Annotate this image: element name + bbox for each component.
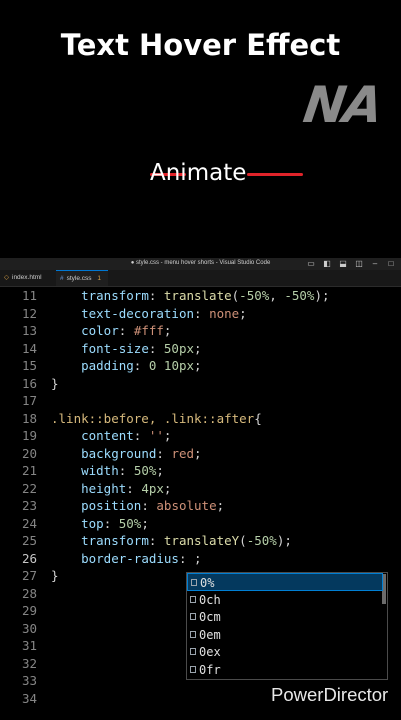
line-number: 14 [21,340,37,356]
line-number: 23 [21,498,37,513]
code-line[interactable]: 21 width: 50%; [0,462,401,480]
unit-value-icon [191,579,197,586]
demo-line-right [247,173,303,176]
line-number: 22 [21,480,37,496]
suggestion-item[interactable]: 0ch [187,591,383,609]
suggestion-item[interactable]: 0% [187,573,383,591]
line-number: 13 [21,323,37,338]
code-line[interactable]: 24 top: 50%; [0,515,401,533]
code-line[interactable]: 25 transform: translateY(-50%); [0,532,401,550]
line-code: content: ''; [81,428,172,443]
suggestion-item[interactable]: 0cm [187,608,383,626]
window-controls: ▭ ◧ ⬓ ◫ – □ [305,259,397,268]
unit-value-icon [190,666,196,673]
tab-style-css[interactable]: # style.css 1 [56,270,108,286]
line-code: } [51,568,59,583]
line-code: border-radius: ; [81,550,202,566]
sidebar-icon[interactable]: ◧ [321,259,333,268]
suggestion-label: 0% [200,576,215,590]
code-line[interactable]: 22 height: 4px; [0,480,401,498]
line-number: 28 [21,585,37,601]
line-number: 26 [21,550,37,566]
suggestion-label: 0cm [199,610,221,625]
suggestion-item[interactable]: 0em [187,626,383,644]
html-file-icon: ◇ [4,274,9,281]
suggestion-label: 0em [199,627,221,642]
suggestion-label: 0ex [199,645,221,660]
code-line[interactable]: 20 background: red; [0,445,401,463]
line-number: 12 [21,305,37,321]
line-code: color: #fff; [81,323,172,338]
panel-icon[interactable]: ⬓ [337,259,349,268]
code-line[interactable]: 14 font-size: 50px; [0,340,401,358]
code-line[interactable]: 11 transform: translate(-50%, -50%); [0,287,401,305]
line-code: padding: 0 10px; [81,358,202,373]
line-number: 16 [21,375,37,391]
suggestion-item[interactable]: 0ex [187,643,383,661]
code-line[interactable]: 23 position: absolute; [0,497,401,515]
suggestion-label: 0fr [199,663,221,677]
code-line[interactable]: 12 text-decoration: none; [0,305,401,323]
line-number: 30 [21,620,37,636]
line-number: 25 [21,533,37,548]
video-title: Text Hover Effect [60,28,341,62]
line-code: height: 4px; [81,480,172,496]
line-code: width: 50%; [81,463,164,478]
minimize-icon[interactable]: – [369,259,381,268]
line-code: background: red; [81,445,202,461]
unit-value-icon [190,595,196,603]
suggestion-item[interactable]: 0fr [187,661,383,679]
code-line[interactable]: 19 content: ''; [0,427,401,445]
line-code: text-decoration: none; [81,305,247,321]
line-number: 34 [21,690,37,706]
line-number: 21 [21,463,37,478]
video-overlay: Text Hover Effect NA Animate [0,0,401,258]
watermark: PowerDirector [271,684,389,705]
code-line[interactable]: 13 color: #fff; [0,322,401,340]
line-code: transform: translateY(-50%); [81,533,292,548]
line-code: transform: translate(-50%, -50%); [81,288,330,303]
tab-badge: 1 [97,275,101,282]
line-code: top: 50%; [81,515,149,531]
unit-value-icon [190,648,196,656]
window-titlebar: ● style.css - menu hover shorts - Visual… [0,258,401,270]
unit-value-icon [190,630,196,638]
suggestion-label: 0ch [199,592,221,607]
na-logo: NA [299,76,385,134]
code-line[interactable]: 16} [0,375,401,393]
line-number: 18 [21,410,37,426]
css-file-icon: # [60,275,64,282]
line-number: 31 [21,638,37,653]
tab-index-html[interactable]: ◇ index.html [0,270,50,286]
line-number: 33 [21,673,37,688]
maximize-icon[interactable]: □ [385,259,397,268]
autocomplete-suggestions[interactable]: 0% 0ch 0cm 0em 0ex 0fr [186,572,388,680]
code-line[interactable]: 26 border-radius: ; [0,550,401,568]
line-number: 19 [21,428,37,443]
split-icon[interactable]: ◫ [353,259,365,268]
line-number: 32 [21,655,37,671]
line-number: 15 [21,358,37,373]
line-number: 27 [21,568,37,583]
layout-icon[interactable]: ▭ [305,259,317,268]
line-number: 17 [21,393,37,408]
line-code: .link::before, .link::after{ [51,410,262,426]
code-line[interactable]: 17 [0,392,401,410]
line-code: } [51,375,59,391]
line-number: 20 [21,445,37,461]
line-number: 11 [21,288,37,303]
code-line[interactable]: 18 .link::before, .link::after{ [0,410,401,428]
line-number: 24 [21,515,37,531]
unit-value-icon [190,613,196,621]
line-code: position: absolute; [81,498,225,513]
line-number: 29 [21,603,37,618]
line-code: font-size: 50px; [81,340,202,356]
code-line[interactable]: 15 padding: 0 10px; [0,357,401,375]
demo-text: Animate [150,160,247,186]
editor-tabs: ◇ index.html # style.css 1 [0,270,401,287]
